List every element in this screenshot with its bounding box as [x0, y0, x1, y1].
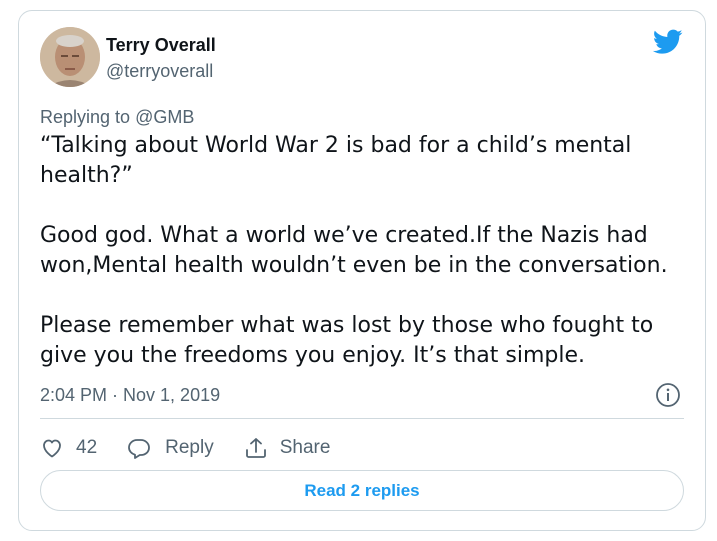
- twitter-bird-icon[interactable]: [653, 29, 683, 55]
- info-icon[interactable]: [655, 382, 681, 408]
- tweet-timestamp[interactable]: 2:04 PM · Nov 1, 2019: [40, 385, 220, 406]
- heart-icon: [43, 439, 61, 458]
- divider: [40, 418, 684, 419]
- share-button[interactable]: Share: [244, 436, 331, 460]
- avatar[interactable]: [40, 27, 100, 87]
- tweet-paragraph: “Talking about World War 2 is bad for a …: [40, 133, 632, 188]
- like-count: 42: [76, 437, 98, 458]
- reply-label: Reply: [165, 437, 214, 458]
- replying-to: Replying to @GMB: [40, 107, 194, 128]
- reply-bubble-icon: [128, 439, 151, 459]
- author-name[interactable]: Terry Overall: [106, 35, 216, 56]
- tweet-paragraph: Good god. What a world we’ve created.If …: [40, 223, 668, 278]
- reply-button[interactable]: Reply: [127, 436, 214, 460]
- like-button[interactable]: 42: [40, 436, 97, 460]
- tweet-text: “Talking about World War 2 is bad for a …: [40, 131, 680, 371]
- action-bar: 42 Reply Share: [40, 433, 360, 463]
- replying-to-handle[interactable]: @GMB: [135, 107, 194, 127]
- read-replies-button[interactable]: Read 2 replies: [40, 470, 684, 511]
- replying-to-prefix: Replying to: [40, 107, 136, 127]
- share-icon: [245, 438, 266, 458]
- share-label: Share: [279, 437, 331, 458]
- tweet-paragraph: Please remember what was lost by those w…: [40, 313, 654, 368]
- tweet-card: Terry Overall @terryoverall Replying to …: [18, 10, 706, 531]
- author-handle[interactable]: @terryoverall: [106, 61, 213, 82]
